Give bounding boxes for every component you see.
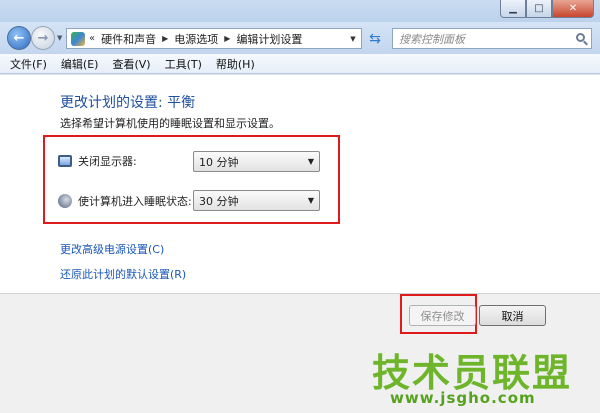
breadcrumb-item[interactable]: 硬件和声音 — [101, 31, 156, 47]
minimize-icon: ▁ — [509, 3, 517, 14]
menu-view[interactable]: 查看(V) — [112, 56, 150, 72]
address-dropdown-icon[interactable]: ▼ — [345, 29, 361, 48]
restore-defaults-link[interactable]: 还原此计划的默认设置(R) — [60, 266, 186, 282]
main-content: 更改计划的设置: 平衡 选择希望计算机使用的睡眠设置和显示设置。 关闭显示器: … — [0, 75, 600, 293]
back-arrow-icon: ← — [13, 30, 25, 46]
breadcrumb-item[interactable]: 编辑计划设置 — [236, 31, 302, 47]
close-button[interactable]: ✕ — [552, 0, 594, 18]
refresh-icon: ⇆ — [369, 31, 381, 47]
save-button[interactable]: 保存修改 — [409, 305, 476, 326]
setting-label: 使计算机进入睡眠状态: — [78, 195, 192, 208]
refresh-button[interactable]: ⇆ — [364, 30, 386, 48]
breadcrumb-overflow-icon[interactable]: « — [89, 33, 95, 44]
sleep-icon — [58, 194, 72, 208]
search-input[interactable]: 搜索控制面板 — [392, 28, 592, 49]
cancel-button[interactable]: 取消 — [479, 305, 546, 326]
back-button[interactable]: ← — [7, 26, 31, 50]
menu-tools[interactable]: 工具(T) — [165, 56, 202, 72]
forward-button[interactable]: → — [31, 26, 55, 50]
maximize-button[interactable]: □ — [526, 0, 552, 18]
title-bar: ▁ □ ✕ — [0, 0, 600, 22]
display-off-select[interactable]: 10 分钟 ▼ — [193, 151, 320, 172]
address-bar[interactable]: « 硬件和声音 ▶ 电源选项 ▶ 编辑计划设置 ▼ — [66, 28, 362, 49]
menu-edit[interactable]: 编辑(E) — [61, 56, 99, 72]
page-subtitle: 选择希望计算机使用的睡眠设置和显示设置。 — [60, 117, 280, 130]
breadcrumb-separator-icon[interactable]: ▶ — [162, 34, 168, 43]
minimize-button[interactable]: ▁ — [500, 0, 526, 18]
menu-bar: 文件(F) 编辑(E) 查看(V) 工具(T) 帮助(H) — [0, 54, 600, 74]
breadcrumb-item[interactable]: 电源选项 — [174, 31, 218, 47]
advanced-power-settings-link[interactable]: 更改高级电源设置(C) — [60, 241, 164, 257]
search-icon[interactable] — [576, 33, 585, 42]
search-placeholder: 搜索控制面板 — [399, 32, 465, 46]
setting-label: 关闭显示器: — [78, 155, 137, 168]
select-value: 30 分钟 — [199, 194, 239, 208]
control-panel-icon — [71, 31, 85, 46]
setting-row-display-off: 关闭显示器: — [58, 153, 194, 169]
sleep-select[interactable]: 30 分钟 ▼ — [193, 190, 320, 211]
window-controls: ▁ □ ✕ — [500, 0, 594, 18]
recent-pages-dropdown[interactable]: ▼ — [57, 34, 62, 42]
dropdown-arrow-icon: ▼ — [307, 157, 314, 166]
dropdown-arrow-icon: ▼ — [307, 196, 314, 205]
setting-row-sleep: 使计算机进入睡眠状态: — [58, 193, 194, 209]
navigation-bar: ← → ▼ « 硬件和声音 ▶ 电源选项 ▶ 编辑计划设置 ▼ ⇆ 搜索控制面板 — [0, 22, 600, 54]
menu-file[interactable]: 文件(F) — [10, 56, 47, 72]
monitor-icon — [58, 155, 72, 167]
footer-bar: 保存修改 取消 技术员联盟 www.jsgho.com — [0, 293, 600, 413]
maximize-icon: □ — [534, 3, 544, 14]
menu-help[interactable]: 帮助(H) — [216, 56, 255, 72]
watermark-url: www.jsgho.com — [390, 389, 536, 407]
breadcrumb-separator-icon[interactable]: ▶ — [224, 34, 230, 43]
close-icon: ✕ — [568, 3, 578, 14]
forward-arrow-icon: → — [37, 30, 49, 46]
select-value: 10 分钟 — [199, 155, 239, 169]
page-title: 更改计划的设置: 平衡 — [60, 95, 196, 111]
